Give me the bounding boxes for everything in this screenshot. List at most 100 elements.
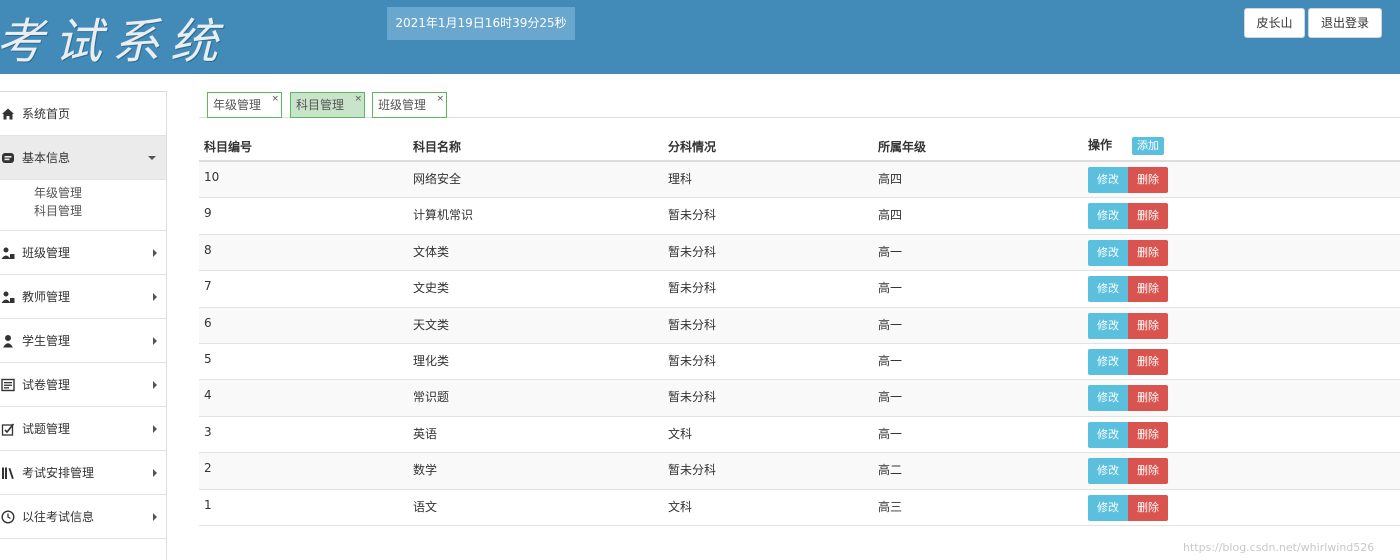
cell-name: 计算机常识	[413, 208, 474, 223]
cell-id: 9	[204, 206, 212, 221]
table-row: 8 文体类 暂未分科 高一 修改 删除	[199, 234, 1400, 272]
edit-button[interactable]: 修改	[1088, 348, 1128, 375]
table-row: 2 数学 暂未分科 高二 修改 删除	[199, 453, 1400, 490]
sidebar-item-label: 试题管理	[22, 422, 71, 436]
table-row: 3 英语 文科 高一 修改 删除	[199, 417, 1400, 454]
edit-button[interactable]: 修改	[1088, 167, 1128, 193]
cell-id: 1	[204, 497, 212, 512]
sidebar-item-paper[interactable]: 试卷管理	[0, 363, 166, 407]
chevron-down-icon	[148, 156, 156, 160]
delete-button[interactable]: 删除	[1128, 203, 1168, 230]
table-row: 4 常识题 暂未分科 高一 修改 删除	[199, 380, 1400, 417]
delete-button[interactable]: 删除	[1128, 458, 1168, 485]
paper-icon	[1, 378, 15, 392]
column-header: 操作	[1088, 138, 1113, 152]
cell-branch: 暂未分科	[668, 463, 717, 478]
submenu-item-grade[interactable]: 年级管理	[34, 184, 166, 202]
edit-button[interactable]: 修改	[1088, 239, 1128, 266]
delete-button[interactable]: 删除	[1128, 385, 1168, 412]
cell-name: 常识题	[413, 390, 450, 405]
cell-id: 6	[204, 315, 212, 330]
sidebar-item-label: 试卷管理	[22, 378, 71, 392]
cell-id: 2	[204, 461, 212, 476]
sidebar-item-past-exams[interactable]: 以往考试信息	[0, 495, 166, 539]
edit-button[interactable]: 修改	[1088, 494, 1128, 521]
close-icon[interactable]: ×	[354, 87, 362, 111]
delete-button[interactable]: 删除	[1128, 494, 1168, 521]
tab-label: 年级管理	[213, 98, 262, 112]
submenu-item-subject[interactable]: 科目管理	[34, 202, 166, 220]
cell-grade: 高二	[878, 463, 903, 478]
delete-button[interactable]: 删除	[1128, 276, 1168, 303]
sidebar-item-exam-schedule[interactable]: 考试安排管理	[0, 451, 166, 495]
logout-button[interactable]: 退出登录	[1308, 8, 1382, 38]
sidebar-item-label: 基本信息	[22, 151, 71, 165]
cell-grade: 高一	[878, 353, 903, 368]
cell-name: 文体类	[413, 244, 450, 259]
tab-label: 科目管理	[296, 98, 345, 112]
delete-button[interactable]: 删除	[1128, 167, 1168, 193]
table-row: 10 网络安全 理科 高四 修改 删除	[199, 162, 1400, 199]
sidebar-item-basic-info[interactable]: 基本信息	[0, 136, 166, 180]
tab-subject-management[interactable]: 科目管理 ×	[290, 92, 365, 118]
sidebar-item-question[interactable]: 试题管理	[0, 407, 166, 451]
cell-grade: 高三	[878, 499, 903, 514]
chevron-right-icon	[153, 249, 157, 257]
chevron-right-icon	[153, 337, 157, 345]
close-icon[interactable]: ×	[436, 87, 444, 111]
cell-branch: 暂未分科	[668, 208, 717, 223]
column-header: 科目名称	[413, 140, 462, 154]
chevron-right-icon	[153, 513, 157, 521]
sidebar-item-label: 以往考试信息	[22, 510, 95, 524]
cell-grade: 高四	[878, 172, 903, 186]
cell-branch: 理科	[668, 172, 693, 186]
cell-id: 5	[204, 351, 212, 366]
sidebar-item-teacher[interactable]: 教师管理	[0, 275, 166, 319]
delete-button[interactable]: 删除	[1128, 421, 1168, 448]
subject-table: 科目编号 科目名称 分科情况 所属年级 操作 添加 10 网络安全 理科 高四 修改 删除…	[199, 128, 1400, 526]
cell-name: 语文	[413, 499, 438, 514]
submenu-basic-info: 年级管理 科目管理	[0, 180, 166, 231]
column-header: 所属年级	[878, 140, 927, 154]
table-row: 6 天文类 暂未分科 高一 修改 删除	[199, 307, 1400, 344]
edit-button[interactable]: 修改	[1088, 458, 1128, 485]
student-icon	[1, 334, 15, 348]
edit-button[interactable]: 修改	[1088, 421, 1128, 448]
sidebar-item-label: 系统首页	[22, 107, 71, 121]
close-icon[interactable]: ×	[271, 87, 279, 111]
cell-branch: 暂未分科	[668, 244, 717, 259]
sidebar-item-student[interactable]: 学生管理	[0, 319, 166, 363]
add-subject-button[interactable]: 添加	[1132, 137, 1164, 155]
edit-button[interactable]: 修改	[1088, 312, 1128, 339]
user-name-button[interactable]: 皮长山	[1244, 8, 1305, 38]
table-row: 7 文史类 暂未分科 高一 修改 删除	[199, 271, 1400, 308]
question-icon	[1, 422, 15, 436]
cell-grade: 高一	[878, 317, 903, 332]
sidebar-item-class[interactable]: 班级管理	[0, 231, 166, 275]
chevron-right-icon	[153, 469, 157, 477]
column-header: 分科情况	[668, 140, 717, 154]
delete-button[interactable]: 删除	[1128, 312, 1168, 339]
cell-name: 天文类	[413, 317, 450, 332]
edit-button[interactable]: 修改	[1088, 385, 1128, 412]
cell-name: 理化类	[413, 353, 450, 368]
tab-class-management[interactable]: 班级管理 ×	[372, 92, 447, 118]
table-row: 9 计算机常识 暂未分科 高四 修改 删除	[199, 198, 1400, 235]
cell-id: 10	[204, 170, 220, 184]
users-icon	[1, 246, 15, 260]
table-body: 10 网络安全 理科 高四 修改 删除 9 计算机常识 暂未分科 高四 修改 删除 8 文体类 暂未分科 高一…	[199, 162, 1400, 526]
delete-button[interactable]: 删除	[1128, 239, 1168, 266]
teacher-icon	[1, 290, 15, 304]
edit-button[interactable]: 修改	[1088, 203, 1128, 230]
tab-label: 班级管理	[378, 98, 427, 112]
cell-branch: 暂未分科	[668, 281, 717, 296]
watermark: https://blog.csdn.net/whirlwind526	[1183, 541, 1375, 554]
cell-id: 4	[204, 388, 212, 403]
tab-grade-management[interactable]: 年级管理 ×	[207, 92, 282, 118]
cell-name: 文史类	[413, 281, 450, 296]
edit-button[interactable]: 修改	[1088, 276, 1128, 303]
sidebar-item-label: 学生管理	[22, 334, 71, 348]
delete-button[interactable]: 删除	[1128, 348, 1168, 375]
sidebar-item-home[interactable]: 系统首页	[0, 92, 166, 136]
books-icon	[1, 466, 15, 480]
